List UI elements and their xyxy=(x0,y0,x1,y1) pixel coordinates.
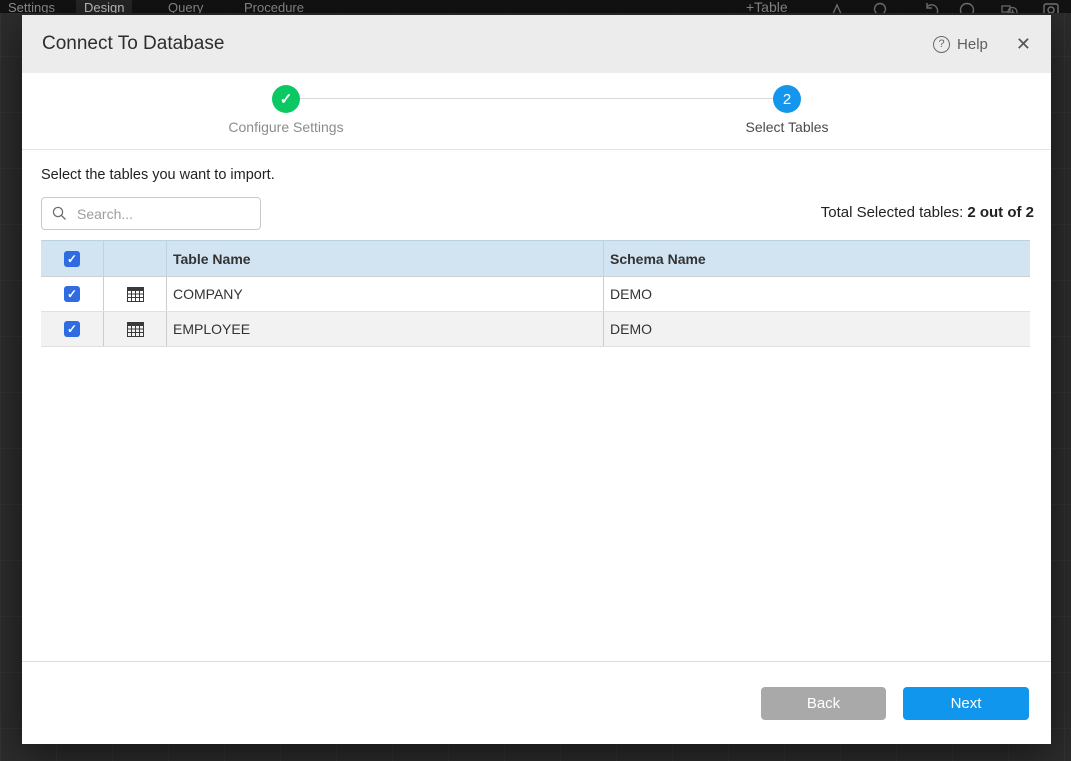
dialog-title: Connect To Database xyxy=(42,33,224,55)
stepper-connector-line xyxy=(300,98,773,99)
table-row[interactable]: ✓ COMPANY DEMO xyxy=(41,277,1030,312)
export-icon[interactable] xyxy=(1000,1,1018,13)
screenshot-icon[interactable] xyxy=(1042,1,1060,13)
row-checkbox[interactable]: ✓ xyxy=(64,321,80,337)
instruction-text: Select the tables you want to import. xyxy=(41,167,275,183)
dialog-footer: Back Next xyxy=(22,661,1051,744)
tab-design[interactable]: Design xyxy=(76,0,132,13)
app-screen: Settings Design Query Procedure +Table C… xyxy=(0,0,1071,761)
close-icon[interactable]: ✕ xyxy=(1016,35,1031,53)
schema-name-cell: DEMO xyxy=(603,312,1030,346)
table-grid-icon xyxy=(127,287,144,302)
connect-to-database-dialog: Connect To Database ? Help ✕ ✓ 2 Configu… xyxy=(22,15,1051,744)
help-icon: ? xyxy=(933,36,950,53)
tables-list: ✓ Table Name Schema Name ✓ COMPANY DEMO … xyxy=(41,240,1030,347)
table-name-cell: COMPANY xyxy=(166,277,603,311)
background-topbar: Settings Design Query Procedure +Table xyxy=(0,0,1071,13)
table-row[interactable]: ✓ EMPLOYEE DEMO xyxy=(41,312,1030,347)
add-table-button[interactable]: +Table xyxy=(746,0,788,13)
undo-icon[interactable] xyxy=(922,1,940,13)
dialog-header: Connect To Database ? Help ✕ xyxy=(22,15,1051,73)
table-header-row: ✓ Table Name Schema Name xyxy=(41,241,1030,277)
select-all-checkbox[interactable]: ✓ xyxy=(64,251,80,267)
total-selected-value: 2 out of 2 xyxy=(967,204,1034,221)
next-button[interactable]: Next xyxy=(903,687,1029,720)
search-input[interactable] xyxy=(75,205,239,223)
redo-icon[interactable] xyxy=(958,1,976,13)
help-button[interactable]: ? Help xyxy=(933,36,988,53)
pointer-icon[interactable] xyxy=(828,1,846,13)
search-box[interactable] xyxy=(41,197,261,230)
schema-name-cell: DEMO xyxy=(603,277,1030,311)
tab-procedure[interactable]: Procedure xyxy=(236,0,312,13)
table-grid-icon xyxy=(127,322,144,337)
icon-column-header xyxy=(103,241,166,276)
search-icon xyxy=(52,206,67,221)
step1-label: Configure Settings xyxy=(166,119,406,135)
row-checkbox[interactable]: ✓ xyxy=(64,286,80,302)
schema-name-column-header: Schema Name xyxy=(603,241,1030,276)
total-selected-label: Total Selected tables: xyxy=(821,204,964,221)
tab-query[interactable]: Query xyxy=(160,0,211,13)
wizard-stepper: ✓ 2 Configure Settings Select Tables xyxy=(22,73,1051,150)
step2-number-badge: 2 xyxy=(773,85,801,113)
tab-settings[interactable]: Settings xyxy=(0,0,63,13)
total-selected-status: Total Selected tables:2 out of 2 xyxy=(821,204,1034,221)
table-name-column-header: Table Name xyxy=(166,241,603,276)
table-name-cell: EMPLOYEE xyxy=(166,312,603,346)
back-button[interactable]: Back xyxy=(761,687,886,720)
help-label: Help xyxy=(957,36,988,53)
zoom-icon[interactable] xyxy=(872,1,890,13)
step2-label: Select Tables xyxy=(667,119,907,135)
step1-complete-check-icon: ✓ xyxy=(272,85,300,113)
